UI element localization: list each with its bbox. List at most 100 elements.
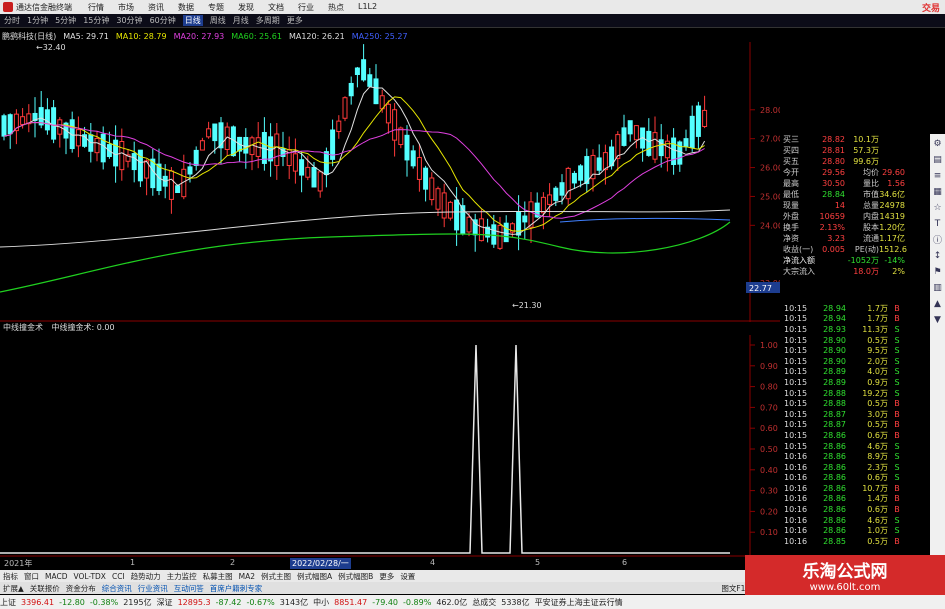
indicator-tab[interactable]: 例式主图 bbox=[261, 571, 291, 582]
quote-value: 28.84 bbox=[822, 190, 845, 199]
indicator-tab[interactable]: MACD bbox=[45, 572, 67, 581]
trade-volume: 3.0万 bbox=[867, 409, 888, 419]
info-tab[interactable]: 关联报价 bbox=[30, 583, 60, 594]
menu-item[interactable]: 市场 bbox=[118, 2, 134, 13]
period-tab[interactable]: 周线 bbox=[210, 15, 226, 26]
grid-icon[interactable]: ▦ bbox=[931, 185, 944, 198]
period-tab[interactable]: 15分钟 bbox=[83, 15, 109, 26]
indicator-tab[interactable]: 主力监控 bbox=[167, 571, 197, 582]
indicator-tab[interactable]: 例式幅图A bbox=[297, 571, 332, 582]
trade-time: 10:16 bbox=[784, 483, 808, 493]
menu-item[interactable]: L1L2 bbox=[358, 2, 377, 13]
menu-item[interactable]: 热点 bbox=[328, 2, 344, 13]
trade-time: 10:15 bbox=[784, 356, 808, 366]
info-tab[interactable]: 资金分布 bbox=[66, 583, 96, 594]
trade-direction: B bbox=[894, 314, 900, 324]
indicator-tab[interactable]: 趋势动力 bbox=[131, 571, 161, 582]
candle-body bbox=[119, 140, 125, 171]
kline-chart[interactable]: 28.0027.0026.0025.0024.0022.00←32.40←21.… bbox=[0, 42, 780, 322]
quote-value-2: -1052万 bbox=[847, 256, 879, 265]
menu-item[interactable]: 行业 bbox=[298, 2, 314, 13]
trade-direction: S bbox=[894, 515, 900, 525]
candle-body bbox=[175, 185, 181, 194]
indicator-tab[interactable]: CCI bbox=[112, 572, 125, 581]
arrow-icon[interactable]: ↕ bbox=[931, 249, 944, 262]
quote-value-2: 57.3万 bbox=[853, 146, 879, 155]
quote-value: 3.23 bbox=[827, 234, 845, 243]
info-icon[interactable]: ⓘ bbox=[931, 233, 944, 246]
period-tab[interactable]: 分时 bbox=[4, 15, 20, 26]
list-icon[interactable]: ≡ bbox=[931, 169, 944, 182]
date-axis: 2021年 1 2 2022/02/28/一 4 5 6 bbox=[0, 557, 780, 569]
settings-icon[interactable]: ⚙ bbox=[931, 137, 944, 150]
candle-body bbox=[416, 157, 422, 180]
period-tab[interactable]: 更多 bbox=[287, 15, 303, 26]
trade-price: 28.90 bbox=[823, 356, 846, 366]
period-tab[interactable]: 日线 bbox=[182, 15, 203, 26]
period-tab[interactable]: 月线 bbox=[233, 15, 249, 26]
trade-price: 28.86 bbox=[823, 430, 846, 440]
period-tab[interactable]: 1分钟 bbox=[27, 15, 48, 26]
indicator-chart[interactable]: 1.00 0.90 0.80 0.70 0.60 0.50 0.40 0.30 0.20 0.10 bbox=[0, 335, 780, 557]
indicator-tab[interactable]: VOL-TDX bbox=[73, 572, 105, 581]
info-tab[interactable]: 互动问答 bbox=[174, 583, 204, 594]
trade-direction: S bbox=[894, 335, 900, 345]
quote-value: 10659 bbox=[819, 212, 845, 221]
y-tick-label: 28.00 bbox=[760, 106, 780, 115]
menu-item[interactable]: 行情 bbox=[88, 2, 104, 13]
candle-body bbox=[435, 188, 441, 210]
quote-row: 买五 28.80 99.6万 bbox=[780, 156, 930, 167]
menu-item[interactable]: 文档 bbox=[268, 2, 284, 13]
trade-volume: 0.6万 bbox=[867, 505, 888, 515]
quote-label: 最低 bbox=[783, 190, 799, 199]
menu-item[interactable]: 发现 bbox=[238, 2, 254, 13]
info-tab[interactable]: 首席户籍刺专家 bbox=[210, 583, 263, 594]
flag-icon[interactable]: ⚑ bbox=[931, 265, 944, 278]
star-icon[interactable]: ☆ bbox=[931, 201, 944, 214]
menu-item[interactable]: 专题 bbox=[208, 2, 224, 13]
total-amount: 5338亿 bbox=[501, 597, 530, 607]
calc-icon[interactable]: ▥ bbox=[931, 281, 944, 294]
quote-value: 30.50 bbox=[822, 179, 845, 188]
indicator-tab[interactable]: MA2 bbox=[239, 572, 255, 581]
indicator-tab[interactable]: 例式幅图B bbox=[338, 571, 373, 582]
info-tab[interactable]: 扩展▲ bbox=[3, 583, 24, 594]
indicator-tab[interactable]: 更多 bbox=[379, 571, 394, 582]
menu-item[interactable]: 资讯 bbox=[148, 2, 164, 13]
quote-row: 今开 29.56 均价 29.60 bbox=[780, 167, 930, 178]
indicator-tab[interactable]: 私募主图 bbox=[203, 571, 233, 582]
indicator-tab[interactable]: 设置 bbox=[400, 571, 415, 582]
trade-row: 10:15 28.86 0.6万 B bbox=[780, 430, 930, 441]
info-tab[interactable]: 综合资讯 bbox=[102, 583, 132, 594]
quote-row: 净流入额 -1052万 -14% bbox=[780, 255, 930, 266]
period-tab[interactable]: 5分钟 bbox=[55, 15, 76, 26]
candle-body bbox=[7, 114, 13, 135]
indicator-tab[interactable]: 窗口 bbox=[24, 571, 39, 582]
trade-time: 10:15 bbox=[784, 420, 808, 430]
trade-price: 28.94 bbox=[823, 314, 846, 324]
trade-time: 10:15 bbox=[784, 441, 808, 451]
trade-volume: 2.0万 bbox=[867, 356, 888, 366]
trade-row: 10:15 28.87 0.5万 B bbox=[780, 420, 930, 431]
trade-volume: 4.6万 bbox=[867, 515, 888, 525]
up-icon[interactable]: ▲ bbox=[931, 297, 944, 310]
trade-price: 28.86 bbox=[823, 452, 846, 462]
zx-index-label: 中小 bbox=[313, 597, 330, 607]
chart-icon[interactable]: ▤ bbox=[931, 153, 944, 166]
menu-item[interactable]: 数据 bbox=[178, 2, 194, 13]
trade-ticks-list[interactable]: 10:15 28.94 1.7万 B 10:15 28.94 1.7万 B 10:15 28.93… bbox=[780, 303, 930, 560]
period-tab[interactable]: 30分钟 bbox=[116, 15, 142, 26]
candle-body bbox=[683, 138, 689, 148]
trade-button[interactable]: 交易 bbox=[922, 1, 940, 14]
info-tab[interactable]: 行业资讯 bbox=[138, 583, 168, 594]
period-tab[interactable]: 多周期 bbox=[256, 15, 280, 26]
down-icon[interactable]: ▼ bbox=[931, 313, 944, 326]
period-tab[interactable]: 60分钟 bbox=[150, 15, 176, 26]
trade-direction: S bbox=[894, 473, 900, 483]
trade-row: 10:16 28.86 0.6万 S bbox=[780, 473, 930, 484]
text-icon[interactable]: T bbox=[931, 217, 944, 230]
indicator-tab[interactable]: 指标 bbox=[3, 571, 18, 582]
x-tick-label: 2021年 bbox=[4, 559, 33, 568]
quote-value-3: 2% bbox=[892, 267, 905, 276]
trade-volume: 0.9万 bbox=[867, 377, 888, 387]
